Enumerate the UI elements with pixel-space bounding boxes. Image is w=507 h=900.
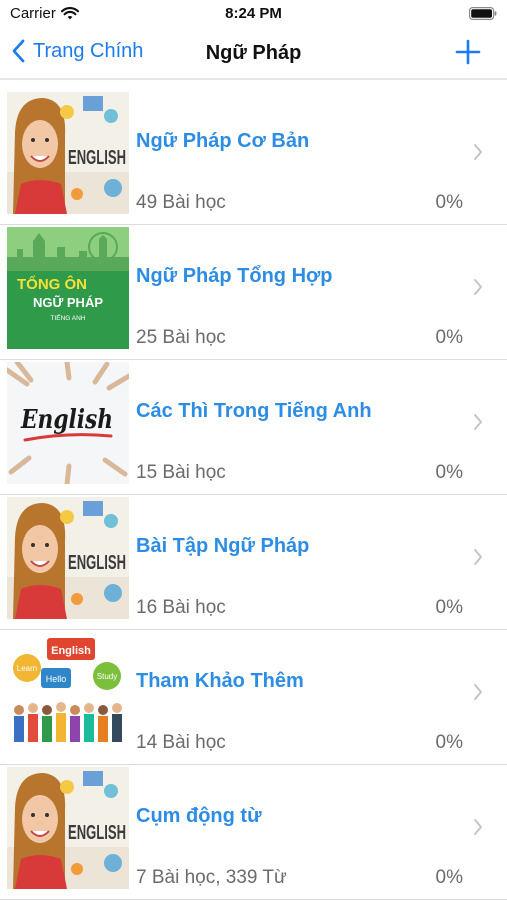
course-list: ENGLISH Ngữ Pháp Cơ Bản 49 Bài học 0% TỔ… xyxy=(0,90,507,900)
course-row-ngu-phap-co-ban[interactable]: ENGLISH Ngữ Pháp Cơ Bản 49 Bài học 0% xyxy=(0,90,507,225)
english-thumbnail-text: ENGLISH xyxy=(68,552,126,574)
chevron-right-icon xyxy=(474,684,482,700)
back-button[interactable]: Trang Chính xyxy=(12,39,143,63)
course-row-tham-khao[interactable]: English Learn Hello Study Tham Khảo Thêm… xyxy=(0,630,507,765)
course-row-bai-tap[interactable]: ENGLISH Bài Tập Ngữ Pháp 16 Bài học 0% xyxy=(0,495,507,630)
back-button-label: Trang Chính xyxy=(33,39,144,62)
tong-on-thumbnail: TỔNG ÔN NGỮ PHÁP TIẾNG ANH xyxy=(7,227,129,349)
course-title: Cụm động từ xyxy=(136,805,262,827)
bubble-learn: Learn xyxy=(17,664,37,673)
course-row-cac-thi[interactable]: English Các Thì Trong Tiếng Anh 15 Bài h… xyxy=(0,360,507,495)
lesson-count: 25 Bài học xyxy=(136,327,226,348)
course-title: Ngữ Pháp Cơ Bản xyxy=(136,130,310,152)
course-title: Tham Khảo Thêm xyxy=(136,670,304,692)
nav-divider xyxy=(0,78,507,80)
progress-percent: 0% xyxy=(435,192,463,213)
course-title: Các Thì Trong Tiếng Anh xyxy=(136,400,372,422)
course-title: Ngữ Pháp Tổng Hợp xyxy=(136,265,333,287)
english-learner-thumbnail: ENGLISH xyxy=(7,767,129,889)
english-learner-thumbnail: ENGLISH xyxy=(7,497,129,619)
progress-percent: 0% xyxy=(435,867,463,888)
english-thumbnail-text: ENGLISH xyxy=(68,822,126,844)
progress-percent: 0% xyxy=(435,327,463,348)
tong-on-title: TỔNG ÔN xyxy=(17,275,87,293)
status-time: 8:24 PM xyxy=(225,5,282,22)
english-learner-thumbnail: ENGLISH xyxy=(7,92,129,214)
course-title: Bài Tập Ngữ Pháp xyxy=(136,535,310,557)
chevron-right-icon xyxy=(474,279,482,295)
bubble-study: Study xyxy=(97,672,117,681)
bubble-english: English xyxy=(51,645,91,657)
lesson-count: 14 Bài học xyxy=(136,732,226,753)
progress-percent: 0% xyxy=(435,732,463,753)
add-icon[interactable] xyxy=(455,39,481,65)
tong-on-subtitle: NGỮ PHÁP xyxy=(33,295,103,310)
lesson-count: 16 Bài học xyxy=(136,597,226,618)
english-thumbnail-text: ENGLISH xyxy=(68,147,126,169)
handwritten-english-text: English xyxy=(20,405,113,435)
handwritten-english-thumbnail: English xyxy=(7,362,129,484)
course-row-cum-dong-tu[interactable]: ENGLISH Cụm động từ 7 Bài học, 339 Từ 0% xyxy=(0,765,507,900)
progress-percent: 0% xyxy=(435,597,463,618)
bubble-hello: Hello xyxy=(46,674,67,684)
chevron-right-icon xyxy=(474,819,482,835)
chevron-right-icon xyxy=(474,414,482,430)
course-row-ngu-phap-tong-hop[interactable]: TỔNG ÔN NGỮ PHÁP TIẾNG ANH Ngữ Pháp Tổng… xyxy=(0,225,507,360)
navigation-bar: Trang Chính Ngữ Pháp xyxy=(0,30,507,80)
status-bar: Carrier 8:24 PM xyxy=(0,0,507,30)
chevron-right-icon xyxy=(474,549,482,565)
lesson-count: 7 Bài học, 339 Từ xyxy=(136,867,287,888)
progress-percent: 0% xyxy=(435,462,463,483)
speech-bubbles-thumbnail: English Learn Hello Study xyxy=(7,632,129,754)
lesson-count: 49 Bài học xyxy=(136,192,226,213)
chevron-right-icon xyxy=(474,144,482,160)
chevron-left-icon xyxy=(12,39,25,63)
battery-icon xyxy=(469,7,497,20)
lesson-count: 15 Bài học xyxy=(136,462,226,483)
